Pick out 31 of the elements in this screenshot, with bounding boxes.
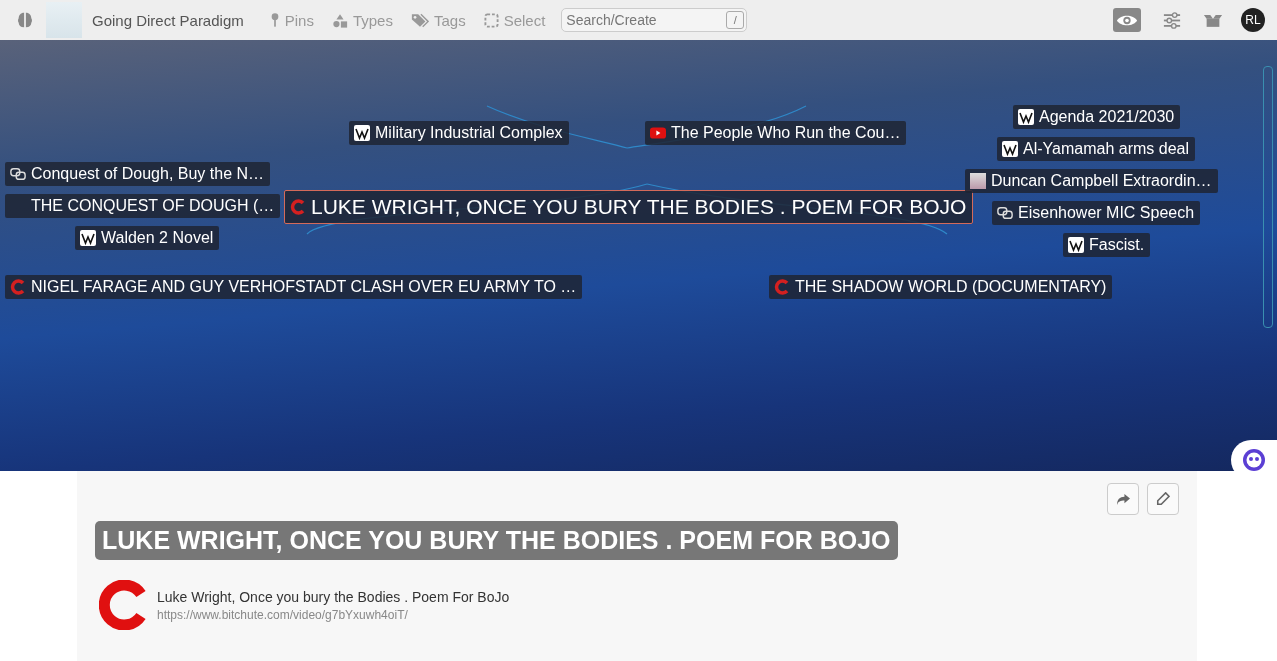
graph-node[interactable]: Agenda 2021/2030 xyxy=(1013,105,1181,129)
graph-node[interactable]: Duncan Campbell Extraordin… xyxy=(965,169,1218,193)
node-label: Agenda 2021/2030 xyxy=(1039,108,1175,126)
node-label: Al-Yamamah arms deal xyxy=(1023,140,1189,158)
graph-node[interactable]: Eisenhower MIC Speech xyxy=(992,201,1201,225)
node-label: Conquest of Dough, Buy the N… xyxy=(31,165,265,183)
node-label: Duncan Campbell Extraordin… xyxy=(991,172,1212,190)
node-label: Fascist. xyxy=(1089,236,1145,254)
node-label: THE SHADOW WORLD (DOCUMENTARY) xyxy=(795,278,1107,296)
graph-node[interactable]: NIGEL FARAGE AND GUY VERHOFSTADT CLASH OVER EU ARMY TO … xyxy=(5,275,583,299)
graph-node[interactable]: Conquest of Dough, Buy the N… xyxy=(5,162,271,186)
graph-node[interactable]: Fascist. xyxy=(1063,233,1151,257)
user-avatar[interactable]: RL xyxy=(1241,8,1265,32)
node-label: Walden 2 Novel xyxy=(101,229,214,247)
node-label: THE CONQUEST OF DOUGH (… xyxy=(31,197,275,215)
graph-node[interactable]: The People Who Run the Cou… xyxy=(645,121,907,145)
graph-node[interactable]: Walden 2 Novel xyxy=(75,226,220,250)
node-label: Military Industrial Complex xyxy=(375,124,563,142)
graph-node[interactable]: Al-Yamamah arms deal xyxy=(997,137,1195,161)
node-label: LUKE WRIGHT, ONCE YOU BURY THE BODIES . POEM FOR BOJO xyxy=(311,195,967,219)
shortcut-key: / xyxy=(726,11,745,29)
link-title[interactable]: Luke Wright, Once you bury the Bodies . Poem For BoJo xyxy=(157,588,510,605)
graph-node[interactable]: THE SHADOW WORLD (DOCUMENTARY) xyxy=(769,275,1113,299)
node-label: Eisenhower MIC Speech xyxy=(1018,204,1195,222)
graph-title[interactable]: Going Direct Paradigm xyxy=(92,11,244,29)
node-label: The People Who Run the Cou… xyxy=(671,124,901,142)
graph-node[interactable]: LUKE WRIGHT, ONCE YOU BURY THE BODIES . POEM FOR BOJO xyxy=(284,190,974,224)
graph-node[interactable]: THE CONQUEST OF DOUGH (… xyxy=(5,194,281,218)
graph-node[interactable]: Military Industrial Complex xyxy=(349,121,569,145)
node-title: LUKE WRIGHT, ONCE YOU BURY THE BODIES . POEM FOR BOJO xyxy=(95,521,898,560)
node-label: NIGEL FARAGE AND GUY VERHOFSTADT CLASH OVER EU ARMY TO … xyxy=(31,278,577,296)
